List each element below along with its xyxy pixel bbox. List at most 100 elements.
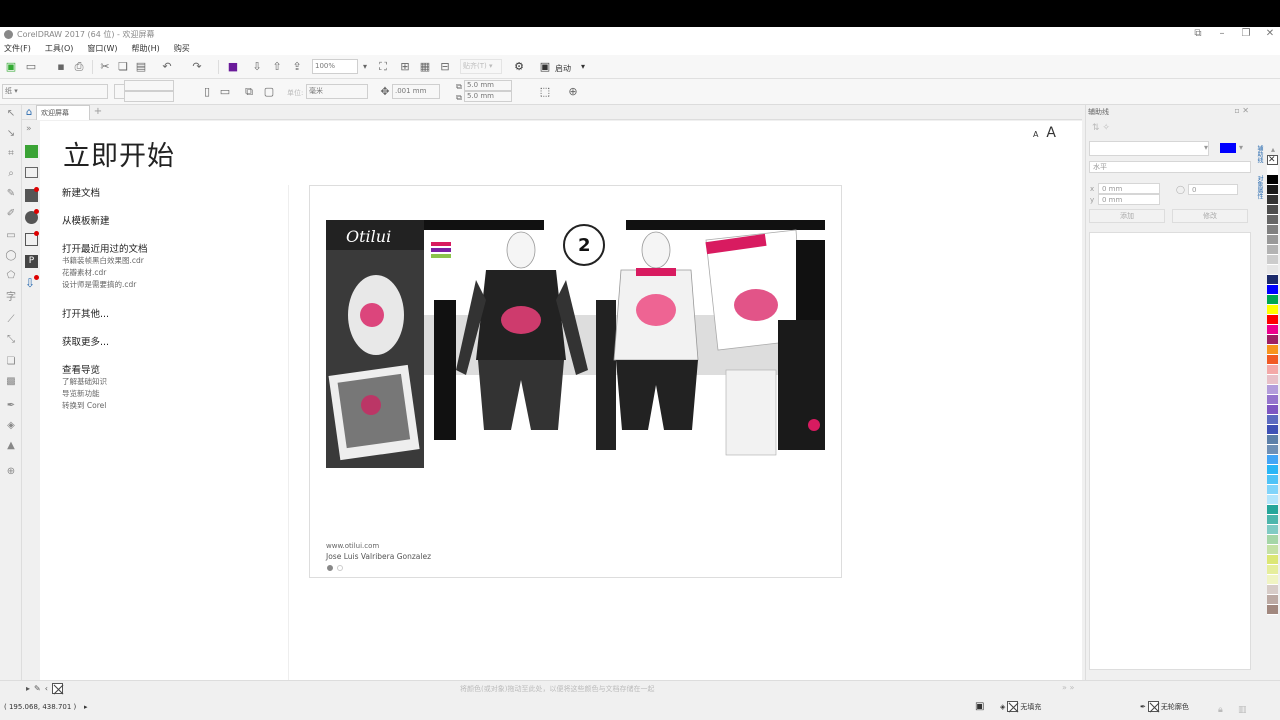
palette-swatch[interactable]	[1267, 235, 1278, 245]
full-screen-icon[interactable]: ⛶	[376, 60, 390, 74]
tour-item-link[interactable]: 转换到 Corel	[62, 400, 106, 411]
palette-swatch[interactable]	[1267, 535, 1278, 545]
paste-icon[interactable]: ▤	[134, 60, 148, 74]
page-height-input[interactable]	[124, 91, 174, 102]
new-document-link[interactable]: 新建文档	[62, 185, 100, 199]
print-icon[interactable]: ⎙	[72, 60, 86, 74]
page-width-input[interactable]	[124, 80, 174, 91]
current-page-icon[interactable]: ▢	[262, 85, 276, 99]
docker-tab-guidelines[interactable]: 辅助线	[1254, 145, 1264, 163]
cut-icon[interactable]: ✂	[98, 60, 112, 74]
palette-swatch[interactable]	[1267, 315, 1278, 325]
zoom-level-input[interactable]: 100%	[312, 59, 358, 74]
add-tool-icon[interactable]: ⊕	[4, 465, 18, 479]
palette-swatch[interactable]	[1267, 255, 1278, 265]
no-fill-swatch[interactable]	[51, 683, 63, 694]
docker-close-icon[interactable]: ▫ ✕	[1234, 106, 1249, 115]
palette-swatch[interactable]	[1267, 195, 1278, 205]
palette-swatch[interactable]	[1267, 185, 1278, 195]
lock-icon[interactable]: 🔒︎	[1218, 705, 1223, 715]
trash-icon[interactable]: ▥	[1238, 705, 1247, 715]
menu-help[interactable]: 帮助(H)	[132, 43, 160, 54]
palette-swatch[interactable]	[1267, 165, 1278, 175]
palette-swatch[interactable]	[1267, 225, 1278, 235]
featured-artwork-image[interactable]: Otilui 2	[326, 220, 825, 468]
carousel-dot[interactable]	[337, 565, 343, 571]
palette-swatch[interactable]	[1267, 385, 1278, 395]
coords-arrow-icon[interactable]: ▸	[84, 703, 88, 711]
menu-buy[interactable]: 购买	[174, 43, 190, 54]
palette-swatch[interactable]	[1267, 555, 1278, 565]
restore-small-icon[interactable]: ⧉	[1192, 28, 1204, 39]
add-guide-button[interactable]: 添加	[1089, 209, 1165, 223]
zoom-tool-icon[interactable]: ⌕	[4, 167, 18, 181]
landscape-icon[interactable]: ▭	[218, 85, 232, 99]
palette-swatch[interactable]	[1267, 335, 1278, 345]
palette-swatch[interactable]	[1267, 515, 1278, 525]
publish-pdf-icon[interactable]: ⇪	[290, 60, 304, 74]
guide-x-input[interactable]: 0 mm	[1098, 183, 1160, 194]
show-grid-icon[interactable]: ▦	[418, 60, 432, 74]
document-color-icon[interactable]: ▣	[975, 701, 984, 712]
nudge-distance-input[interactable]: .001 mm	[392, 84, 440, 99]
get-more-link[interactable]: 获取更多...	[62, 334, 109, 348]
font-larger-button[interactable]: A	[1046, 125, 1056, 141]
copy-icon[interactable]: ❏	[116, 60, 130, 74]
no-color-swatch[interactable]: ✕	[1267, 155, 1278, 165]
tab-welcome-screen[interactable]: 欢迎屏幕	[36, 105, 90, 120]
shape-tool-icon[interactable]: ↘	[4, 127, 18, 141]
rectangle-tool-icon[interactable]: ▭	[4, 229, 18, 243]
guide-type-dropdown[interactable]: 水平	[1089, 161, 1251, 173]
menu-tools[interactable]: 工具(O)	[45, 43, 74, 54]
text-tool-icon[interactable]: 字	[4, 291, 18, 305]
workspace-icon[interactable]	[25, 167, 38, 178]
parallel-dimension-icon[interactable]: ⟋	[4, 313, 18, 327]
tour-item-link[interactable]: 了解基础知识	[62, 376, 107, 387]
search-content-icon[interactable]: ■	[226, 60, 240, 74]
palette-swatch[interactable]	[1267, 295, 1278, 305]
transparency-icon[interactable]: ▩	[4, 375, 18, 389]
new-from-template-link[interactable]: 从模板新建	[62, 213, 110, 227]
collapse-icon[interactable]: »	[26, 124, 32, 134]
palette-swatch[interactable]	[1267, 425, 1278, 435]
palette-swatch[interactable]	[1267, 505, 1278, 515]
all-pages-icon[interactable]: ⧉	[242, 85, 256, 99]
color-dropdown-icon[interactable]: ▾	[1239, 143, 1243, 152]
ellipse-tool-icon[interactable]: ◯	[4, 249, 18, 263]
smart-fill-icon[interactable]: ▲	[4, 439, 18, 453]
palette-swatch[interactable]	[1267, 585, 1278, 595]
get-started-icon[interactable]	[25, 145, 38, 158]
palette-swatch[interactable]	[1267, 445, 1278, 455]
launch-label[interactable]: 启动	[555, 63, 571, 74]
snap-to-dropdown[interactable]: 贴齐(T) ▾	[460, 59, 502, 74]
palette-swatch[interactable]	[1267, 545, 1278, 555]
palette-swatch[interactable]	[1267, 525, 1278, 535]
close-button[interactable]: ✕	[1264, 28, 1276, 39]
palette-swatch[interactable]	[1267, 215, 1278, 225]
connector-tool-icon[interactable]: ⤡	[4, 333, 18, 347]
palette-swatch[interactable]	[1267, 355, 1278, 365]
portrait-icon[interactable]: ▯	[200, 85, 214, 99]
page-prev-icon[interactable]: ▸	[26, 684, 30, 693]
guide-settings-icon[interactable]: ⇅ ✧	[1092, 123, 1110, 133]
palette-swatch[interactable]	[1267, 415, 1278, 425]
guide-y-input[interactable]: 0 mm	[1098, 194, 1160, 205]
recent-file-link[interactable]: 设计师是需要搞的.cdr	[62, 279, 136, 290]
palette-swatch[interactable]	[1267, 325, 1278, 335]
guide-angle-input[interactable]: 0	[1188, 184, 1238, 195]
palette-swatch[interactable]	[1267, 435, 1278, 445]
drop-shadow-icon[interactable]: ❏	[4, 355, 18, 369]
new-document-icon[interactable]: ▣	[4, 60, 18, 74]
palette-swatch[interactable]	[1267, 495, 1278, 505]
show-guides-icon[interactable]: ⊟	[438, 60, 452, 74]
palette-swatch[interactable]	[1267, 395, 1278, 405]
home-icon[interactable]: ⌂	[22, 105, 36, 120]
menu-window[interactable]: 窗口(W)	[87, 43, 117, 54]
palette-swatch[interactable]	[1267, 205, 1278, 215]
eyedropper-icon[interactable]: ✒	[4, 399, 18, 413]
page-size-dropdown[interactable]: 纸 ▾	[2, 84, 108, 99]
font-smaller-button[interactable]: A	[1033, 130, 1038, 139]
open-other-link[interactable]: 打开其他...	[62, 306, 109, 320]
product-icon[interactable]: P	[25, 255, 38, 268]
palette-swatch[interactable]	[1267, 345, 1278, 355]
